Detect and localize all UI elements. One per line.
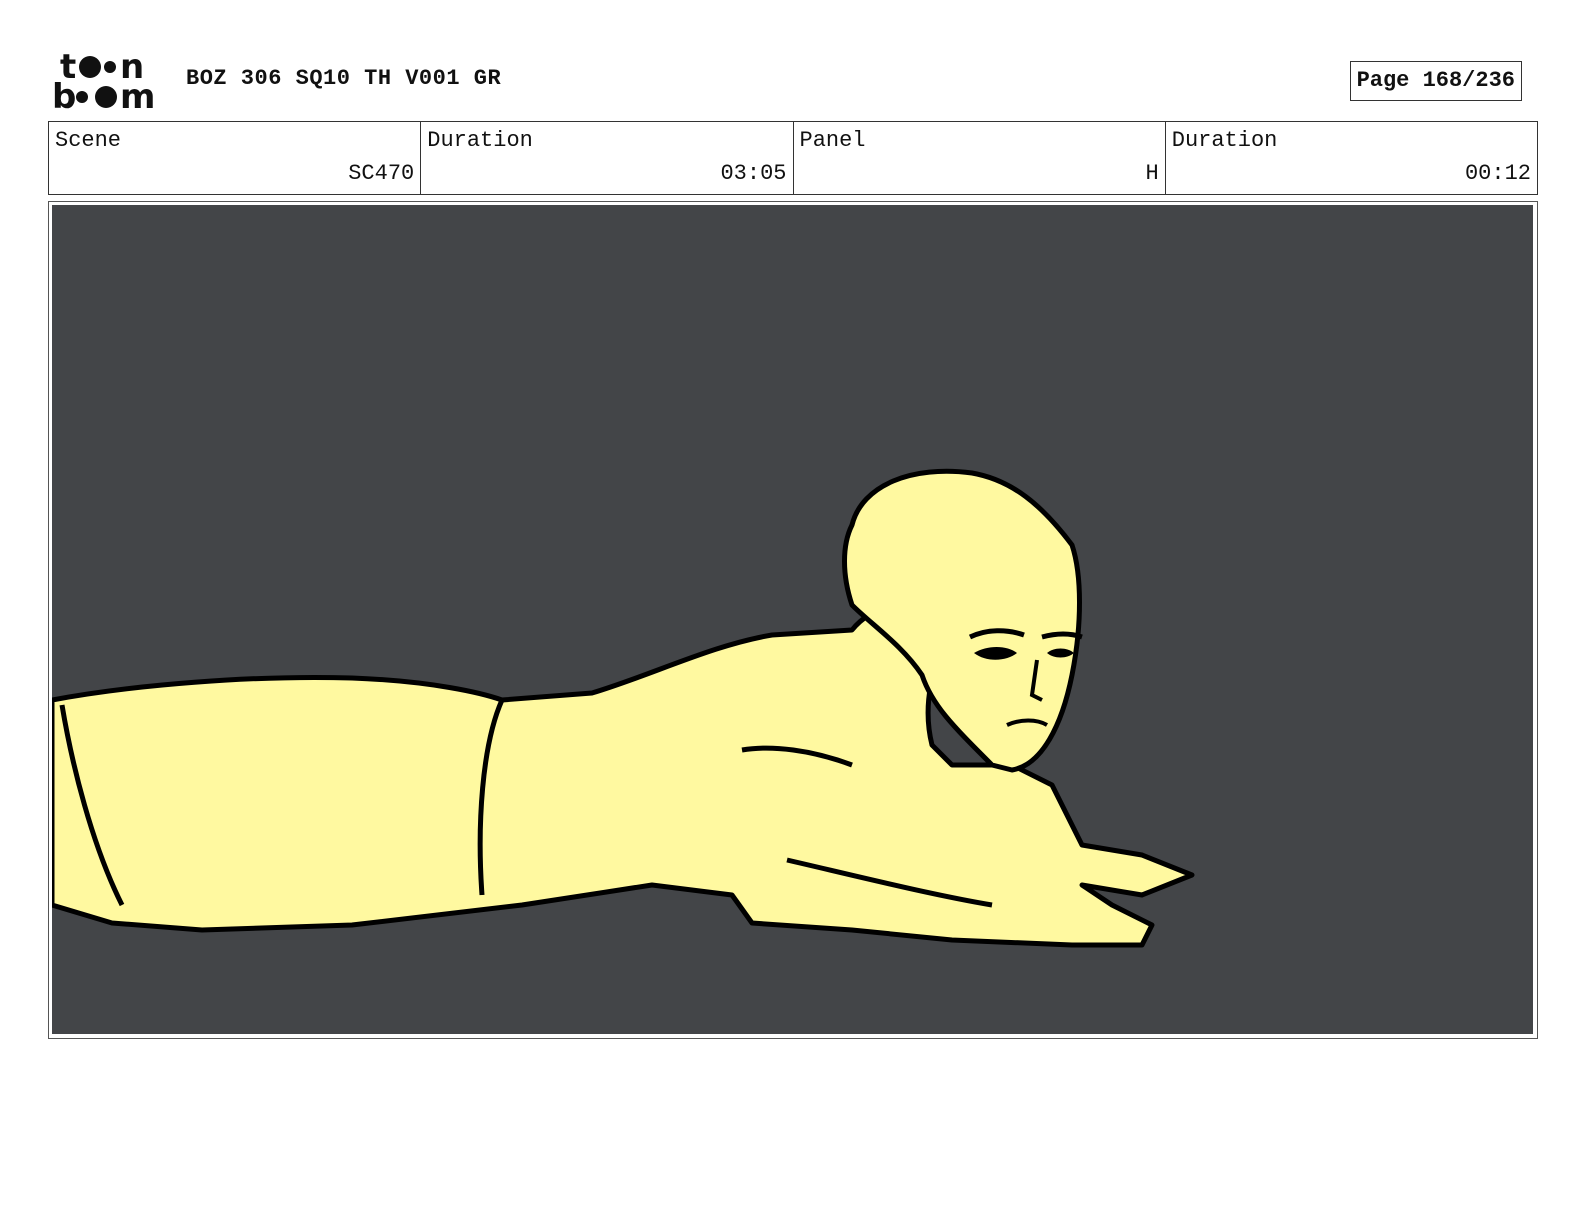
svg-text:b: b: [52, 77, 76, 112]
storyboard-panel-image: [52, 205, 1533, 1034]
svg-text:m: m: [120, 77, 155, 112]
panel-value: H: [1145, 161, 1159, 186]
scene-label: Scene: [55, 128, 122, 153]
scene-duration-label: Duration: [427, 128, 533, 153]
panel-label: Panel: [799, 128, 866, 153]
document-title: BOZ 306 SQ10 TH V001 GR: [186, 66, 502, 91]
panel-duration-cell: Duration 00:12: [1166, 122, 1537, 194]
toonboom-logo: t n b m: [52, 50, 155, 112]
panel-duration-label: Duration: [1171, 128, 1278, 153]
panel-cell: Panel H: [794, 122, 1166, 194]
scene-duration-value: 03:05: [720, 161, 787, 186]
panel-duration-value: 00:12: [1464, 161, 1531, 186]
scene-duration-cell: Duration 03:05: [421, 122, 794, 194]
scene-info-table: Scene SC470 Duration 03:05 Panel H Durat…: [48, 121, 1538, 195]
panel-drawing: [52, 205, 1533, 1034]
storyboard-panel-frame: [48, 201, 1538, 1039]
page-number: Page 168/236: [1349, 61, 1522, 101]
scene-value: SC470: [348, 161, 415, 186]
scene-cell: Scene SC470: [49, 122, 422, 194]
